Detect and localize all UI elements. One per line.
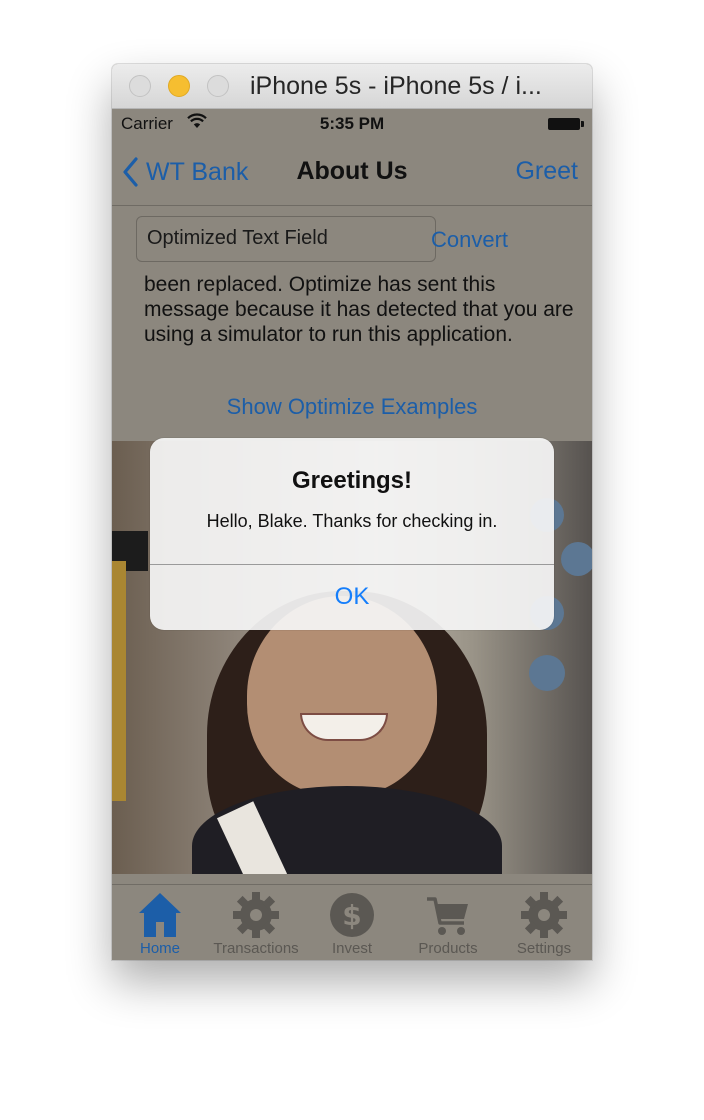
window-minimize-button[interactable]	[168, 75, 190, 97]
alert-message: Hello, Blake. Thanks for checking in.	[206, 511, 498, 531]
greeting-alert: Greetings! Hello, Blake. Thanks for chec…	[150, 438, 554, 630]
simulator-window: iPhone 5s - iPhone 5s / i... Carrier 5:3…	[112, 64, 592, 960]
window-zoom-button[interactable]	[207, 75, 229, 97]
alert-title: Greetings!	[291, 467, 413, 494]
device-screen: Carrier 5:35 PM WT Bank About Us Greet O…	[112, 109, 592, 960]
alert-overlay: Greetings! Hello, Blake. Thanks for chec…	[112, 109, 592, 960]
alert-ok-button[interactable]: OK	[150, 564, 554, 630]
window-title: iPhone 5s - iPhone 5s / i...	[250, 72, 542, 100]
window-titlebar: iPhone 5s - iPhone 5s / i...	[112, 64, 592, 109]
window-close-button[interactable]	[129, 75, 151, 97]
